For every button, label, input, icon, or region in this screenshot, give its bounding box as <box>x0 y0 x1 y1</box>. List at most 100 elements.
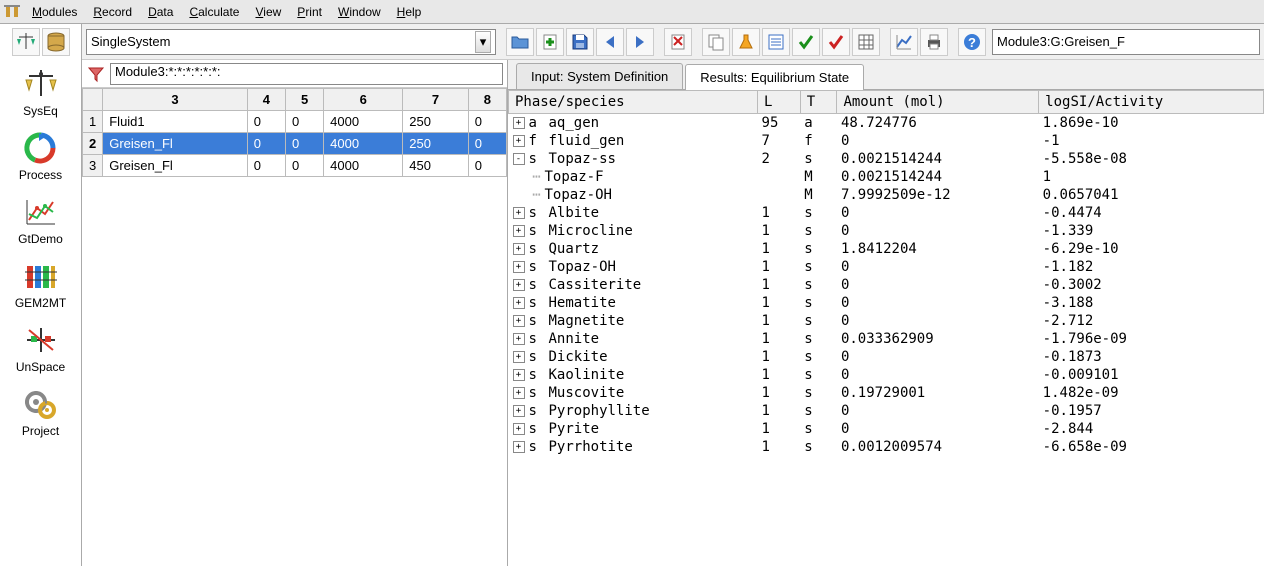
syseq-icon <box>21 66 61 102</box>
rail-unspace[interactable]: UnSpace <box>15 316 66 380</box>
tree-toggle-icon[interactable]: + <box>513 279 525 291</box>
tree-toggle-icon[interactable]: + <box>513 207 525 219</box>
left-rail: SysEqProcessGtDemoGEM2MTUnSpaceProject <box>0 24 82 566</box>
grid-header[interactable]: 7 <box>403 89 469 111</box>
grid-header[interactable]: 3 <box>103 89 248 111</box>
menu-window[interactable]: Window <box>330 3 389 21</box>
grid-header[interactable]: 8 <box>468 89 506 111</box>
filter-funnel-icon[interactable] <box>86 64 106 84</box>
results-row[interactable]: +s Kaolinite1s0-0.009101 <box>509 366 1264 384</box>
forward-arrow-icon[interactable] <box>626 28 654 56</box>
rail-syseq[interactable]: SysEq <box>15 60 66 124</box>
tree-toggle-icon[interactable]: + <box>513 297 525 309</box>
tree-toggle-icon[interactable]: + <box>513 225 525 237</box>
grid-row[interactable]: 1Fluid10040002500 <box>83 111 507 133</box>
tree-toggle-icon[interactable]: + <box>513 117 525 129</box>
process-icon <box>21 130 61 166</box>
menu-print[interactable]: Print <box>289 3 330 21</box>
results-row[interactable]: ⋯Topaz-OHM7.9992509e-120.0657041 <box>509 186 1264 204</box>
app-icon <box>4 4 20 20</box>
results-header[interactable]: L <box>758 91 801 114</box>
results-row[interactable]: +s Pyrite1s0-2.844 <box>509 420 1264 438</box>
check-green-icon[interactable] <box>792 28 820 56</box>
flask-icon[interactable] <box>732 28 760 56</box>
record-grid[interactable]: 3456781Fluid100400025002Greisen_Fl004000… <box>82 88 507 177</box>
results-row[interactable]: +s Annite1s0.033362909-1.796e-09 <box>509 330 1264 348</box>
system-combo[interactable]: SingleSystem ▾ <box>86 29 496 55</box>
grid-header[interactable]: 5 <box>285 89 323 111</box>
print-icon[interactable] <box>920 28 948 56</box>
rail-project[interactable]: Project <box>15 380 66 444</box>
results-row[interactable]: +s Albite1s0-0.4474 <box>509 204 1264 222</box>
toolbar: SingleSystem ▾ ? Module3:G:Greisen_F <box>82 24 1264 60</box>
delete-icon[interactable] <box>664 28 692 56</box>
results-row[interactable]: +s Muscovite1s0.197290011.482e-09 <box>509 384 1264 402</box>
results-header[interactable]: logSI/Activity <box>1039 91 1264 114</box>
chevron-down-icon[interactable]: ▾ <box>475 31 491 53</box>
new-icon[interactable] <box>536 28 564 56</box>
tree-toggle-icon[interactable]: + <box>513 441 525 453</box>
rail-process[interactable]: Process <box>15 124 66 188</box>
results-row[interactable]: -s Topaz-ss2s0.0021514244-5.558e-08 <box>509 150 1264 168</box>
grid-header[interactable]: 6 <box>324 89 403 111</box>
tree-toggle-icon[interactable]: + <box>513 351 525 363</box>
menu-record[interactable]: Record <box>85 3 140 21</box>
menu-view[interactable]: View <box>247 3 289 21</box>
results-row[interactable]: +s Quartz1s1.8412204-6.29e-10 <box>509 240 1264 258</box>
tree-toggle-icon[interactable]: + <box>513 261 525 273</box>
back-arrow-icon[interactable] <box>596 28 624 56</box>
results-header[interactable]: Amount (mol) <box>837 91 1039 114</box>
results-row[interactable]: +s Hematite1s0-3.188 <box>509 294 1264 312</box>
record-list-panel: Module3:*:*:*:*:*:*: 3456781Fluid1004000… <box>82 60 508 566</box>
open-folder-icon[interactable] <box>506 28 534 56</box>
svg-text:?: ? <box>968 35 976 50</box>
results-row[interactable]: +s Dickite1s0-0.1873 <box>509 348 1264 366</box>
filter-input[interactable]: Module3:*:*:*:*:*:*: <box>110 63 503 85</box>
results-row[interactable]: +s Pyrophyllite1s0-0.1957 <box>509 402 1264 420</box>
tree-toggle-icon[interactable]: + <box>513 387 525 399</box>
tree-toggle-icon[interactable]: + <box>513 423 525 435</box>
tree-toggle-icon[interactable]: + <box>513 405 525 417</box>
rail-balance-icon[interactable] <box>12 28 40 56</box>
results-header[interactable]: Phase/species <box>509 91 758 114</box>
module-path-input[interactable]: Module3:G:Greisen_F <box>992 29 1260 55</box>
results-table[interactable]: Phase/speciesLTAmount (mol)logSI/Activit… <box>508 90 1264 566</box>
tree-toggle-icon[interactable]: + <box>513 369 525 381</box>
tree-toggle-icon[interactable]: - <box>513 153 525 165</box>
grid-row[interactable]: 2Greisen_Fl0040002500 <box>83 133 507 155</box>
rail-gem2mt[interactable]: GEM2MT <box>15 252 66 316</box>
tree-toggle-icon[interactable]: + <box>513 135 525 147</box>
gem2mt-icon <box>21 258 61 294</box>
results-row[interactable]: +s Pyrrhotite1s0.0012009574-6.658e-09 <box>509 438 1264 456</box>
chart-icon[interactable] <box>890 28 918 56</box>
results-row[interactable]: +s Cassiterite1s0-0.3002 <box>509 276 1264 294</box>
results-row[interactable]: +s Magnetite1s0-2.712 <box>509 312 1264 330</box>
check-red-icon[interactable] <box>822 28 850 56</box>
results-row[interactable]: +s Microcline1s0-1.339 <box>509 222 1264 240</box>
grid-header[interactable] <box>83 89 103 111</box>
tree-toggle-icon[interactable]: + <box>513 315 525 327</box>
grid-header[interactable]: 4 <box>247 89 285 111</box>
rail-gtdemo[interactable]: GtDemo <box>15 188 66 252</box>
results-row[interactable]: +a aq_gen95a48.7247761.869e-10 <box>509 114 1264 133</box>
list-icon[interactable] <box>762 28 790 56</box>
menu-help[interactable]: Help <box>389 3 430 21</box>
help-icon[interactable]: ? <box>958 28 986 56</box>
save-icon[interactable] <box>566 28 594 56</box>
tree-toggle-icon[interactable]: + <box>513 333 525 345</box>
table-icon[interactable] <box>852 28 880 56</box>
menu-data[interactable]: Data <box>140 3 181 21</box>
unspace-icon <box>21 322 61 358</box>
tab[interactable]: Input: System Definition <box>516 63 683 89</box>
rail-database-icon[interactable] <box>42 28 70 56</box>
grid-row[interactable]: 3Greisen_Fl0040004500 <box>83 155 507 177</box>
copy-icon[interactable] <box>702 28 730 56</box>
menu-calculate[interactable]: Calculate <box>181 3 247 21</box>
tree-toggle-icon[interactable]: + <box>513 243 525 255</box>
results-row[interactable]: ⋯Topaz-FM0.00215142441 <box>509 168 1264 186</box>
menu-modules[interactable]: Modules <box>24 3 85 21</box>
results-row[interactable]: +s Topaz-OH1s0-1.182 <box>509 258 1264 276</box>
results-header[interactable]: T <box>800 91 837 114</box>
results-row[interactable]: +f fluid_gen7f0-1 <box>509 132 1264 150</box>
tab[interactable]: Results: Equilibrium State <box>685 64 864 90</box>
